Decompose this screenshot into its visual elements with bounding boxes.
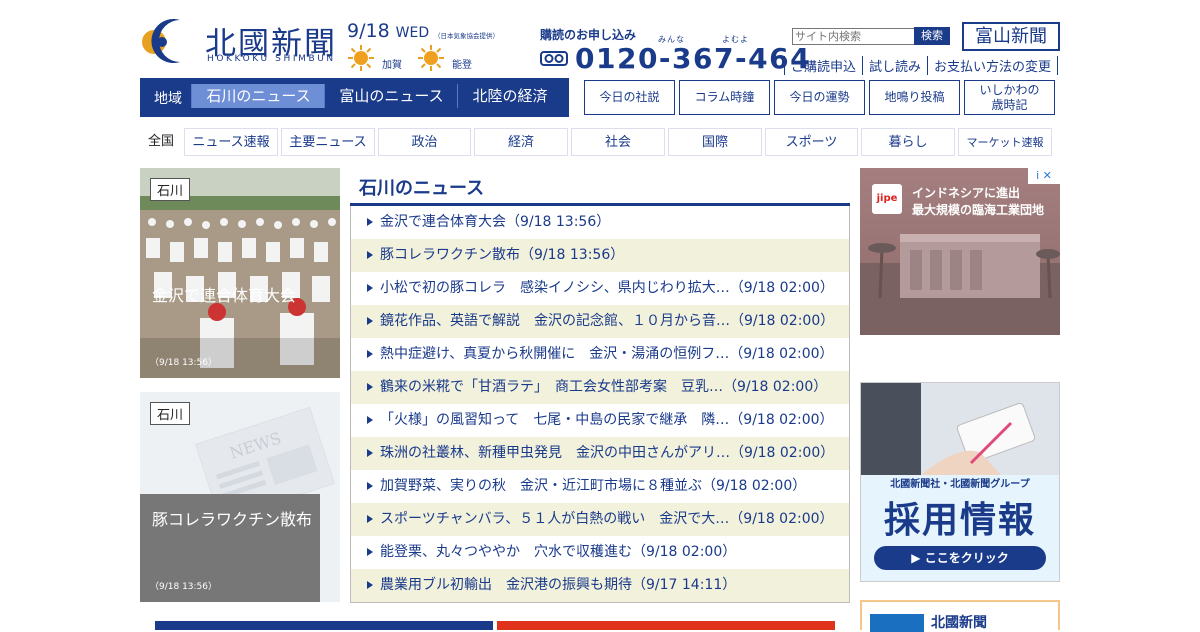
category-sports[interactable]: スポーツ (765, 128, 858, 156)
weather-source-note[interactable]: （日本気象協会提供） (434, 30, 499, 40)
news-item[interactable]: スポーツチャンバラ、５１人が白熱の戦い 金沢で大…（9/18 02:00） (351, 503, 849, 536)
column-jisho-button[interactable]: コラム時鐘 (679, 80, 770, 115)
date-display: 9/18 WED (347, 20, 430, 42)
news-item[interactable]: 熱中症避け、真夏から秋開催に 金沢・湯涌の恒例フ…（9/18 02:00） (351, 338, 849, 371)
photo-timestamp: （9/18 13:56） (150, 582, 218, 592)
category-label-national: 全国 (147, 134, 174, 149)
region-label: 地域 (154, 91, 182, 107)
ad-banner-hokkoku[interactable]: 北國新聞 (860, 600, 1060, 632)
logo-subtitle: HOKKOKU SHIMBUN (207, 54, 336, 64)
trial-read-link[interactable]: 試し読み (862, 56, 927, 75)
sun-icon (417, 44, 445, 72)
category-politics[interactable]: 政治 (378, 128, 471, 156)
ad-banner-recruitment[interactable]: 北國新聞社・北國新聞グループ 採用情報 ▶ ここをクリック (860, 382, 1060, 582)
recruitment-headline: 採用情報 (883, 500, 1036, 541)
fortune-button[interactable]: 今日の運勢 (774, 80, 865, 115)
news-item[interactable]: 加賀野菜、実りの秋 金沢・近江町市場に８種並ぶ（9/18 02:00） (351, 470, 849, 503)
category-lifestyle[interactable]: 暮らし (861, 128, 955, 156)
category-market-news[interactable]: マーケット速報 (958, 128, 1052, 156)
logo-mark-icon[interactable] (140, 16, 198, 64)
ad-banner-industrial-park[interactable]: jipe インドネシアに進出 最大規模の臨海工業団地 i ✕ (860, 168, 1060, 335)
payment-change-link[interactable]: お支払い方法の変更 (927, 56, 1059, 75)
news-section-title: 石川のニュース (359, 178, 485, 199)
region-nav: 地域 石川のニュース 富山のニュース 北陸の経済 (140, 78, 569, 117)
news-item[interactable]: 珠洲の社叢林、新種甲虫発見 金沢の中田さんがアリ…（9/18 02:00） (351, 437, 849, 470)
freedial-icon (540, 49, 568, 66)
photo-headline[interactable]: 金沢で連合体育大会 (152, 282, 296, 306)
news-list: 金沢で連合体育大会（9/18 13:56） 豚コレラワクチン散布（9/18 13… (350, 206, 850, 603)
bottom-banner-right[interactable] (497, 621, 835, 630)
news-item[interactable]: 小松で初の豚コレラ 感染イノシシ、県内じわり拡大…（9/18 02:00） (351, 272, 849, 305)
recruitment-company: 北國新聞社・北國新聞グループ (890, 479, 1030, 490)
search-input[interactable] (792, 28, 916, 45)
subscription-links: ご購読申込 試し読み お支払い方法の変更 (784, 56, 1059, 75)
editorial-button[interactable]: 今日の社説 (584, 80, 675, 115)
tab-toyama-news[interactable]: 富山のニュース (324, 84, 458, 108)
featured-photo-swine-fever[interactable]: NEWS 石川 豚コレラワクチン散布 （9/18 13:56） (140, 392, 340, 602)
reader-post-button[interactable]: 地鳴り投稿 (869, 80, 960, 115)
weather-label-noto: 能登 (452, 60, 472, 71)
news-item[interactable]: 鶴来の米糀で「甘酒ラテ」 商工会女性部考案 豆乳…（9/18 02:00） (351, 371, 849, 404)
category-economy[interactable]: 経済 (474, 128, 568, 156)
ad3-title: 北國新聞 (931, 615, 987, 631)
tab-hokuriku-economy[interactable]: 北陸の経済 (457, 84, 562, 108)
sun-icon (347, 44, 375, 72)
news-item[interactable]: 豚コレラワクチン散布（9/18 13:56） (351, 239, 849, 272)
news-item[interactable]: 鏡花作品、英語で解説 金沢の記念館、１０月から音…（9/18 02:00） (351, 305, 849, 338)
saijiki-button[interactable]: いしかわの 歳時記 (964, 80, 1055, 115)
category-international[interactable]: 国際 (668, 128, 762, 156)
writing-hand-photo (861, 383, 1059, 475)
region-tag: 石川 (150, 402, 191, 425)
category-society[interactable]: 社会 (571, 128, 665, 156)
photo-timestamp: （9/18 13:56） (150, 358, 218, 368)
photo-headline[interactable]: 豚コレラワクチン散布 (152, 506, 312, 530)
recruitment-cta-button[interactable]: ▶ ここをクリック (874, 546, 1046, 570)
category-top-news[interactable]: 主要ニュース (281, 128, 375, 156)
jipe-logo: jipe (872, 184, 902, 214)
subscribe-title: 購読のお申し込み (540, 28, 637, 42)
ad-choices-icon[interactable]: i ✕ (1028, 168, 1060, 184)
subscribe-apply-link[interactable]: ご購読申込 (784, 56, 862, 75)
news-item[interactable]: 農業用ブル初輸出 金沢港の振興も期待（9/17 14:11） (351, 569, 849, 602)
ad-line-2: 最大規模の臨海工業団地 (912, 203, 1045, 217)
news-item[interactable]: 金沢で連合体育大会（9/18 13:56） (351, 206, 849, 239)
weather-label-kaga: 加賀 (382, 60, 402, 71)
news-item[interactable]: 「火様」の風習知って 七尾・中島の民家で継承 隣…（9/18 02:00） (351, 404, 849, 437)
featured-photo-sports-festival[interactable]: 石川 金沢で連合体育大会 （9/18 13:56） (140, 168, 340, 378)
hokkoku-thumb (870, 614, 924, 632)
bottom-banner-left[interactable] (155, 621, 493, 630)
tab-ishikawa-news[interactable]: 石川のニュース (191, 84, 325, 108)
news-item[interactable]: 能登栗、丸々つややか 穴水で収穫進む（9/18 02:00） (351, 536, 849, 569)
phone-number[interactable]: 0120-367-464 (575, 42, 811, 75)
search-button[interactable]: 検索 (914, 27, 950, 45)
toyama-shimbun-link[interactable]: 富山新聞 (962, 22, 1060, 51)
category-breaking-news[interactable]: ニュース速報 (184, 128, 278, 156)
region-tag: 石川 (150, 178, 191, 201)
ad-line-1: インドネシアに進出 (912, 186, 1021, 200)
